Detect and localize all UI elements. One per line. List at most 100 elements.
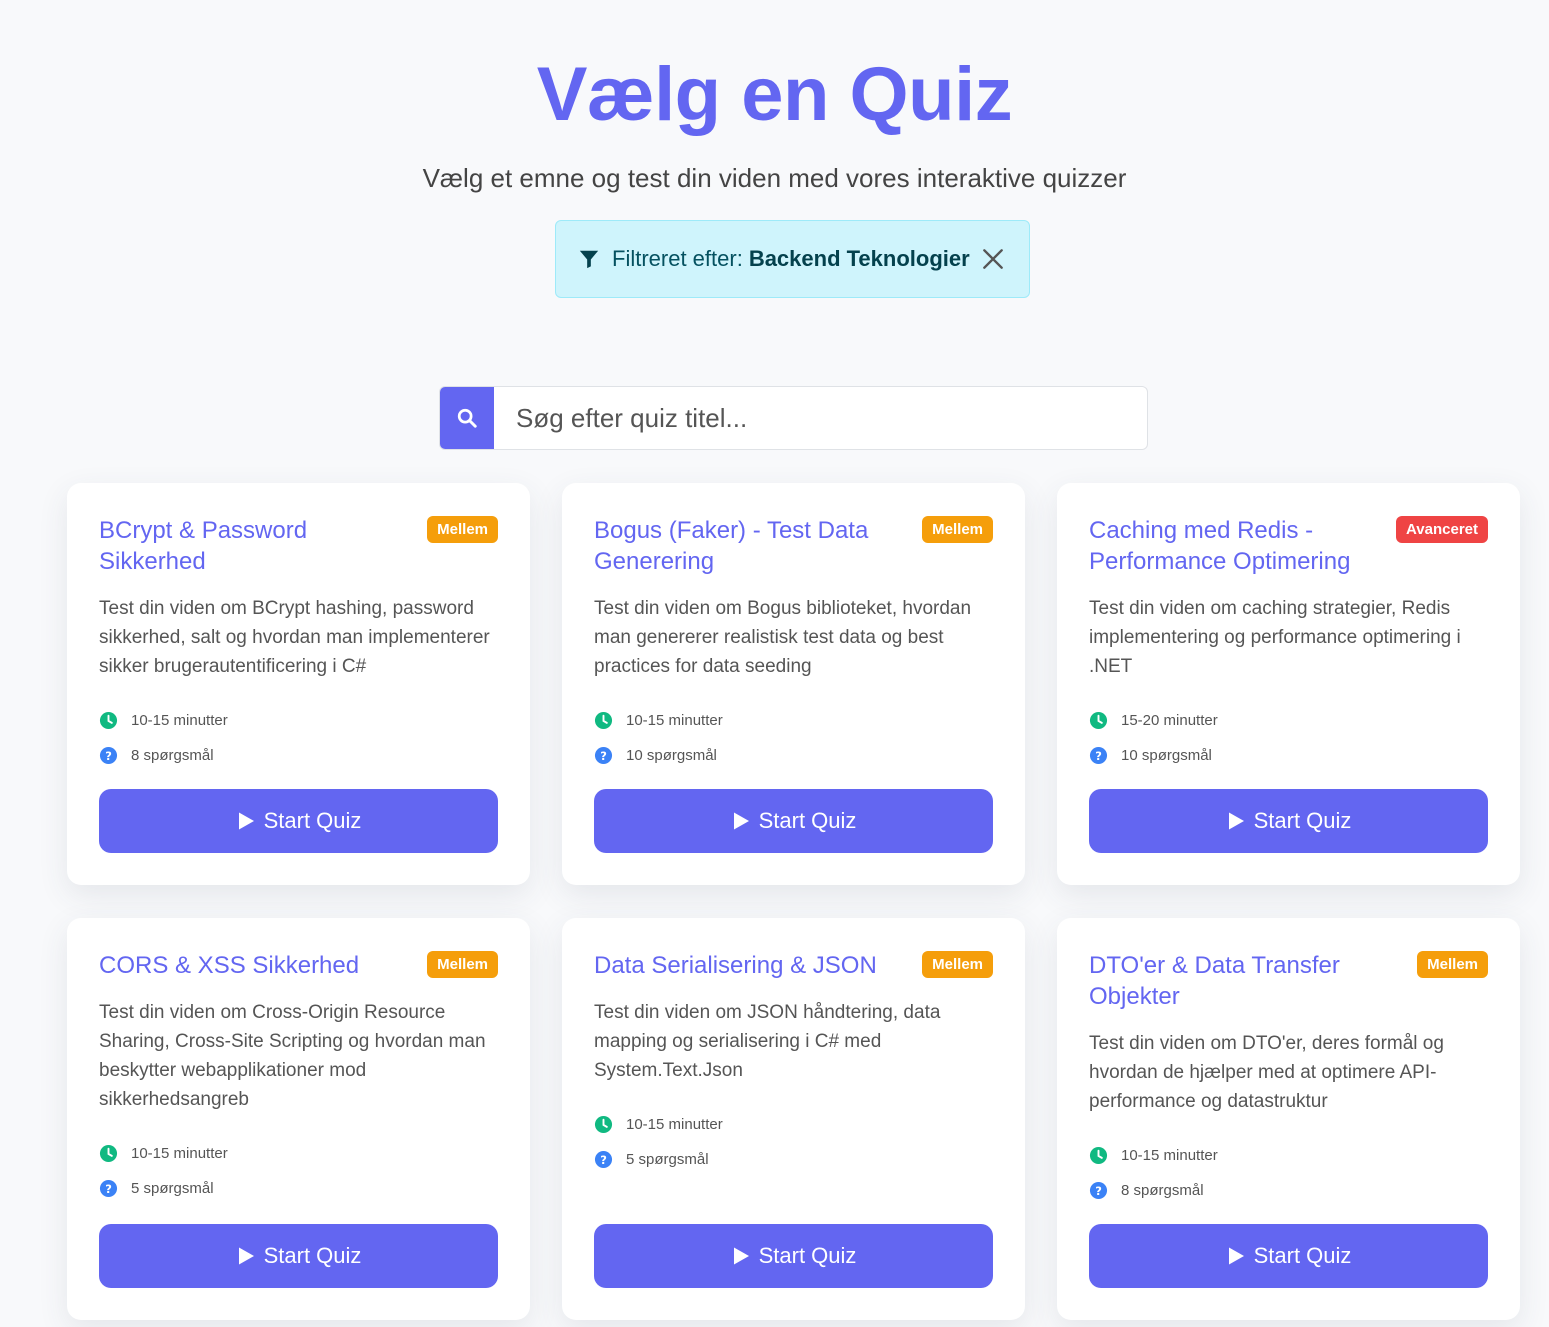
difficulty-badge: Mellem [1417, 951, 1488, 978]
svg-text:?: ? [600, 1153, 607, 1167]
quiz-card: Bogus (Faker) - Test Data Generering Mell… [562, 483, 1025, 885]
start-quiz-button[interactable]: Start Quiz [99, 789, 498, 853]
duration-row: 10-15 minutter [99, 1136, 498, 1171]
quiz-meta: 10-15 minutter? 8 spørgsmål [99, 703, 498, 773]
quiz-description: Test din viden om BCrypt hashing, passwo… [99, 598, 490, 677]
quiz-meta: 10-15 minutter? 8 spørgsmål [1089, 1138, 1488, 1208]
quiz-duration: 10-15 minutter [626, 712, 723, 729]
quiz-title: BCrypt & Password Sikkerhed [99, 517, 308, 575]
play-icon [733, 812, 749, 830]
quiz-question-count: 10 spørgsmål [626, 747, 717, 764]
quiz-description: Test din viden om DTO'er, deres formål o… [1089, 1033, 1444, 1112]
start-quiz-button[interactable]: Start Quiz [1089, 789, 1488, 853]
questions-row: ? 8 spørgsmål [1089, 1173, 1488, 1208]
quiz-meta: 15-20 minutter? 10 spørgsmål [1089, 703, 1488, 773]
questions-row: ? 10 spørgsmål [1089, 738, 1488, 773]
quiz-duration: 15-20 minutter [1121, 712, 1218, 729]
duration-row: 10-15 minutter [594, 1107, 993, 1142]
difficulty-badge: Mellem [922, 951, 993, 978]
difficulty-badge: Mellem [427, 516, 498, 543]
quiz-duration: 10-15 minutter [626, 1116, 723, 1133]
svg-text:?: ? [1095, 1184, 1102, 1198]
filter-icon [579, 250, 599, 269]
question-icon: ? [99, 746, 118, 765]
quiz-card: Caching med Redis - Performance Optimeri… [1057, 483, 1520, 885]
start-quiz-button[interactable]: Start Quiz [594, 789, 993, 853]
start-quiz-button[interactable]: Start Quiz [1089, 1224, 1488, 1288]
quiz-card: Data Serialisering & JSON Mellem Test din … [562, 918, 1025, 1320]
start-quiz-label: Start Quiz [758, 808, 857, 833]
page-title: Vælg en Quiz [536, 52, 1013, 137]
quiz-question-count: 5 spørgsmål [131, 1180, 214, 1197]
play-icon [1228, 812, 1244, 830]
svg-text:?: ? [105, 1182, 112, 1196]
questions-row: ? 10 spørgsmål [594, 738, 993, 773]
svg-text:?: ? [105, 749, 112, 763]
quiz-question-count: 8 spørgsmål [1121, 1182, 1204, 1199]
filter-label: Filtreret efter: [612, 246, 743, 271]
quiz-meta: 10-15 minutter? 5 spørgsmål [594, 1107, 993, 1177]
difficulty-badge: Mellem [427, 951, 498, 978]
questions-row: ? 5 spørgsmål [594, 1142, 993, 1177]
duration-row: 10-15 minutter [1089, 1138, 1488, 1173]
question-icon: ? [1089, 1181, 1108, 1200]
play-icon [238, 1247, 254, 1265]
question-icon: ? [594, 1150, 613, 1169]
svg-text:?: ? [600, 749, 607, 763]
start-quiz-button[interactable]: Start Quiz [594, 1224, 993, 1288]
questions-row: ? 8 spørgsmål [99, 738, 498, 773]
page-subtitle: Vælg et emne og test din viden med vores… [422, 163, 1127, 193]
start-quiz-label: Start Quiz [758, 1243, 857, 1268]
svg-text:?: ? [1095, 749, 1102, 763]
quiz-duration: 10-15 minutter [131, 712, 228, 729]
quiz-meta: 10-15 minutter? 10 spørgsmål [594, 703, 993, 773]
quiz-card: CORS & XSS Sikkerhed Mellem Test din viden… [67, 918, 530, 1320]
quiz-title: Bogus (Faker) - Test Data Generering [594, 517, 869, 575]
question-icon: ? [1089, 746, 1108, 765]
search-icon [457, 408, 477, 428]
clock-icon [99, 711, 118, 730]
quiz-title: DTO'er & Data Transfer Objekter [1089, 952, 1340, 1010]
quiz-card: BCrypt & Password Sikkerhed Mellem Test di… [67, 483, 530, 885]
question-icon: ? [594, 746, 613, 765]
start-quiz-label: Start Quiz [1253, 1243, 1352, 1268]
quiz-question-count: 5 spørgsmål [626, 1151, 709, 1168]
quiz-description: Test din viden om JSON håndtering, data … [594, 1002, 941, 1081]
quiz-title: CORS & XSS Sikkerhed [99, 952, 360, 979]
play-icon [733, 1247, 749, 1265]
search-button[interactable] [440, 387, 494, 449]
filter-alert: Filtreret efter: Backend Teknologier [555, 220, 1030, 298]
clock-icon [99, 1144, 118, 1163]
clear-filter-button[interactable] [979, 245, 1007, 273]
difficulty-badge: Avanceret [1396, 516, 1488, 543]
quiz-question-count: 10 spørgsmål [1121, 747, 1212, 764]
quiz-question-count: 8 spørgsmål [131, 747, 214, 764]
quiz-description: Test din viden om caching strategier, Re… [1089, 598, 1461, 677]
difficulty-badge: Mellem [922, 516, 993, 543]
quiz-duration: 10-15 minutter [131, 1145, 228, 1162]
duration-row: 15-20 minutter [1089, 703, 1488, 738]
start-quiz-button[interactable]: Start Quiz [99, 1224, 498, 1288]
play-icon [1228, 1247, 1244, 1265]
close-icon [983, 249, 1003, 269]
quiz-title: Caching med Redis - Performance Optimeri… [1089, 517, 1351, 575]
play-icon [238, 812, 254, 830]
clock-icon [1089, 1146, 1108, 1165]
quiz-duration: 10-15 minutter [1121, 1147, 1218, 1164]
quiz-title: Data Serialisering & JSON [594, 952, 877, 979]
clock-icon [594, 711, 613, 730]
search-input[interactable] [494, 387, 1147, 449]
start-quiz-label: Start Quiz [1253, 808, 1352, 833]
start-quiz-label: Start Quiz [263, 808, 362, 833]
quiz-meta: 10-15 minutter? 5 spørgsmål [99, 1136, 498, 1206]
duration-row: 10-15 minutter [594, 703, 993, 738]
search-bar [439, 386, 1148, 450]
questions-row: ? 5 spørgsmål [99, 1171, 498, 1206]
clock-icon [594, 1115, 613, 1134]
filter-value: Backend Teknologier [748, 246, 970, 271]
start-quiz-label: Start Quiz [263, 1243, 362, 1268]
quiz-card: DTO'er & Data Transfer Objekter Mellem Tes… [1057, 918, 1520, 1320]
clock-icon [1089, 711, 1108, 730]
quiz-description: Test din viden om Cross-Origin Resource … [99, 1002, 486, 1110]
duration-row: 10-15 minutter [99, 703, 498, 738]
